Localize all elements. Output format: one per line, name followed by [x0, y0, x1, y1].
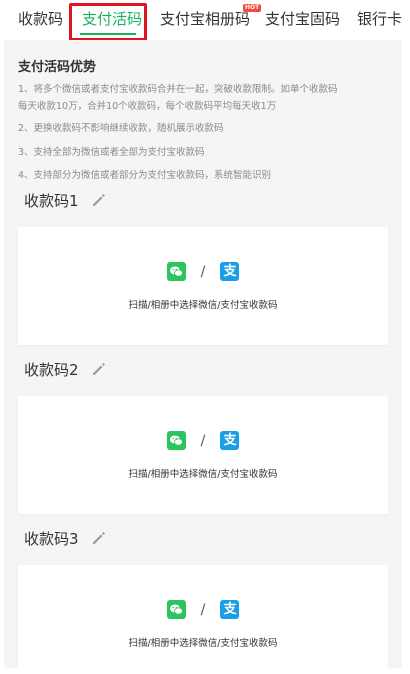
- advantage-line: 3、支持全部为微信或者全部为支付宝收款码: [18, 147, 205, 158]
- wechat-icon: [166, 600, 186, 619]
- separator-slash: /: [200, 263, 206, 280]
- advantages-title: 支付活码优势: [18, 60, 97, 75]
- code-2-upload-card[interactable]: / 支 扫描/相册中选择微信/支付宝收款码: [18, 396, 388, 514]
- upload-hint: 扫描/相册中选择微信/支付宝收款码: [128, 469, 278, 480]
- code-3-title: 收款码3: [24, 530, 79, 548]
- tab-receive-code[interactable]: 收款码: [18, 9, 63, 29]
- advantage-line: 2、更换收款码不影响继续收款，随机展示收款码: [18, 123, 224, 134]
- alipay-icon: 支: [220, 262, 240, 281]
- tab-alipay-fixed-code[interactable]: 支付宝固码: [265, 9, 340, 29]
- edit-pencil-icon[interactable]: [91, 530, 107, 546]
- payment-icons: / 支: [18, 261, 388, 281]
- wechat-icon: [166, 262, 186, 281]
- code-1-upload-card[interactable]: / 支 扫描/相册中选择微信/支付宝收款码: [18, 227, 388, 345]
- payment-icons: / 支: [18, 430, 388, 450]
- tab-alipay-album-code[interactable]: 支付宝相册码: [160, 9, 250, 29]
- advantage-line: 1、将多个微信或者支付宝收款码合并在一起，突破收款限制。如单个收款码: [18, 84, 338, 95]
- payment-icons: / 支: [18, 599, 388, 619]
- advantage-line: 每天收款10万，合并10个收款码，每个收款码平均每天收1万: [18, 101, 277, 112]
- alipay-icon: 支: [220, 431, 240, 450]
- content-panel: 支付活码优势 1、将多个微信或者支付宝收款码合并在一起，突破收款限制。如单个收款…: [4, 40, 402, 668]
- advantage-line: 4、支持部分为微信或者部分为支付宝收款码，系统智能识别: [18, 170, 272, 181]
- code-2-title: 收款码2: [24, 361, 79, 379]
- edit-pencil-icon[interactable]: [91, 192, 107, 208]
- upload-hint: 扫描/相册中选择微信/支付宝收款码: [128, 300, 278, 311]
- code-3-header: 收款码3: [24, 529, 107, 549]
- code-2-header: 收款码2: [24, 360, 107, 380]
- alipay-icon: 支: [220, 600, 240, 619]
- edit-pencil-icon[interactable]: [91, 361, 107, 377]
- code-1-title: 收款码1: [24, 192, 79, 210]
- code-1-header: 收款码1: [24, 191, 107, 211]
- separator-slash: /: [200, 601, 206, 618]
- tab-bank-card[interactable]: 银行卡: [357, 9, 402, 29]
- tab-bar: 收款码 支付活码 支付宝相册码 HOT 支付宝固码 银行卡: [0, 0, 410, 40]
- hot-badge: HOT: [243, 4, 262, 12]
- upload-hint: 扫描/相册中选择微信/支付宝收款码: [128, 638, 278, 649]
- separator-slash: /: [200, 432, 206, 449]
- code-3-upload-card[interactable]: / 支 扫描/相册中选择微信/支付宝收款码: [18, 565, 388, 668]
- wechat-icon: [166, 431, 186, 450]
- highlight-annotation-box: [69, 3, 147, 40]
